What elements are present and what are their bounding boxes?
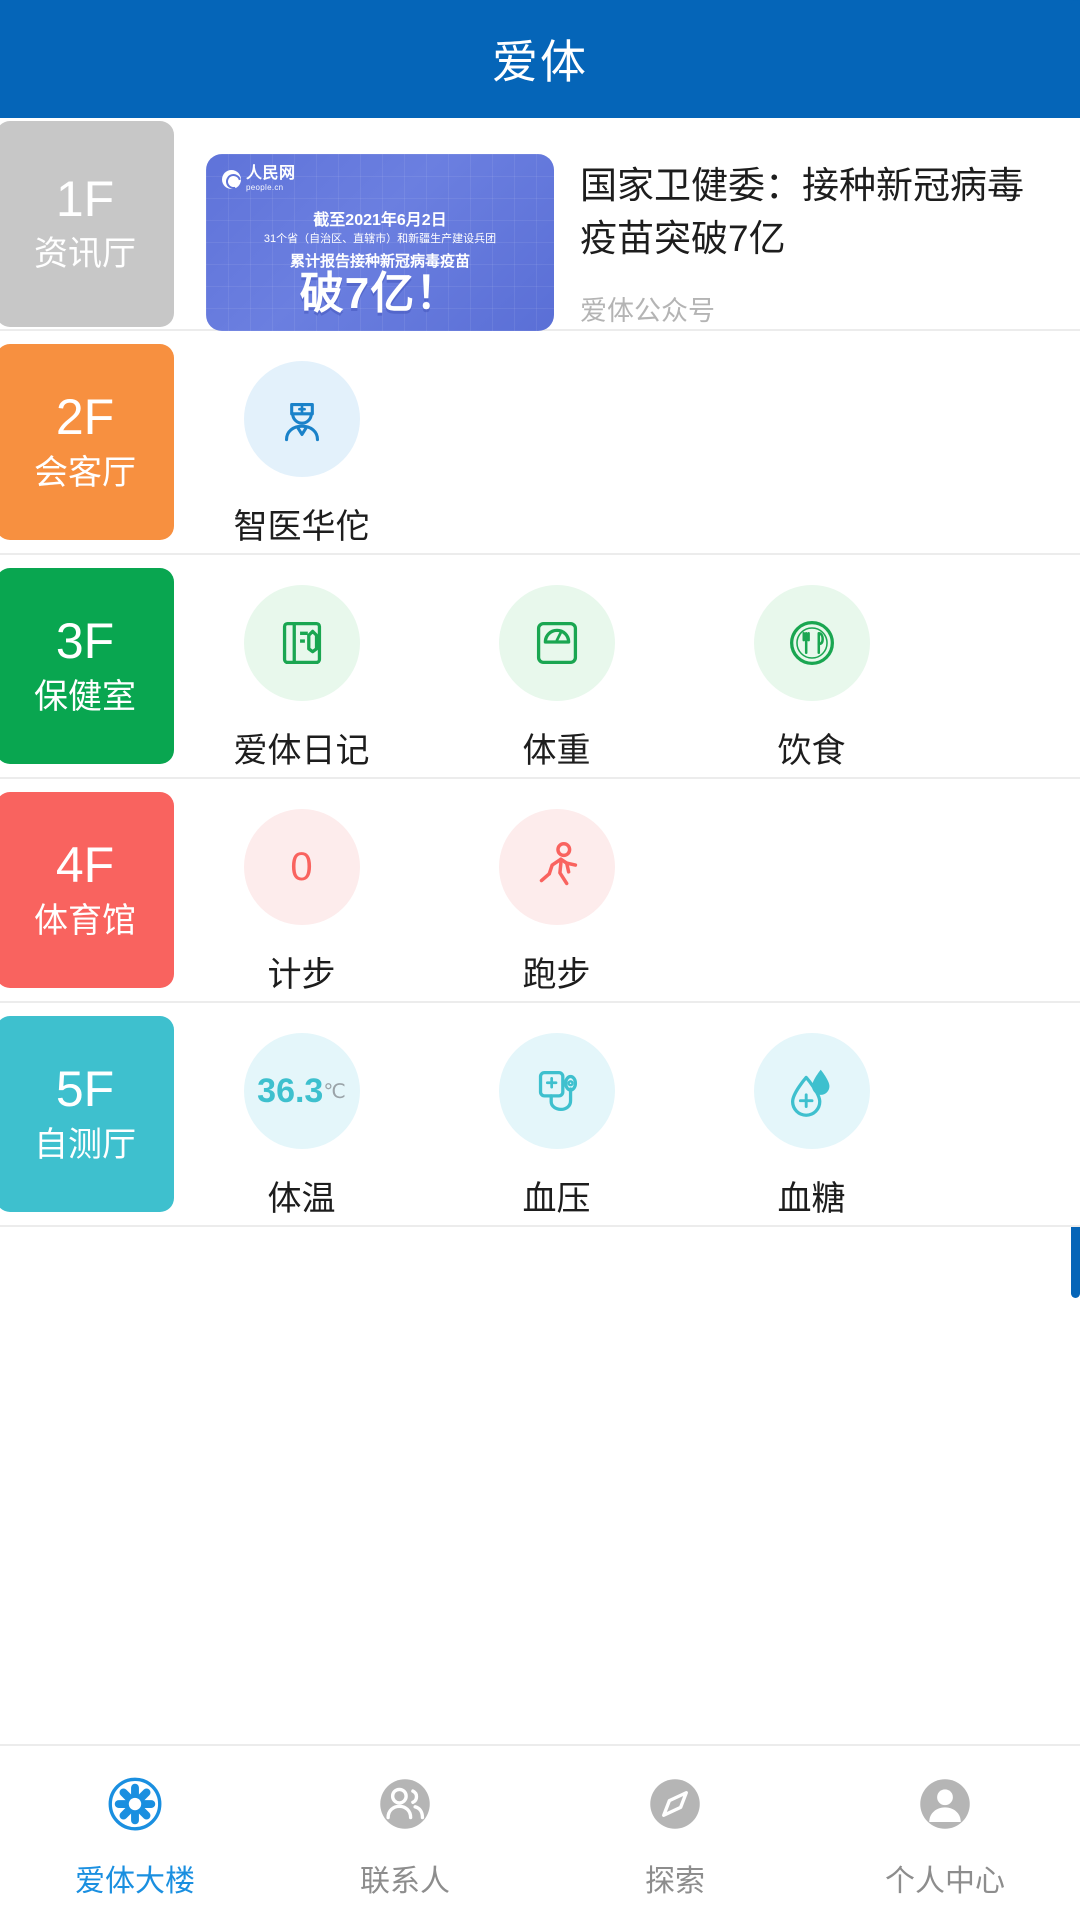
news-thumbnail: 人民网 people.cn 截至2021年6月2日 31个省（自治区、直辖市）和… <box>206 154 554 331</box>
plate-cutlery-icon <box>753 585 870 701</box>
tab-label: 个人中心 <box>885 1865 1005 1898</box>
tile-label: 计步 <box>267 956 336 994</box>
tile-label: 血糖 <box>777 1180 846 1218</box>
logo-en-text: people.cn <box>246 183 284 192</box>
tab-contacts[interactable]: 联系人 <box>270 1766 540 1900</box>
tab-profile[interactable]: 个人中心 <box>810 1766 1080 1900</box>
people-cn-logo: 人民网 people.cn <box>222 166 296 192</box>
floor-number: 4F <box>55 837 115 894</box>
tile-grid-4f: 0 计步 跑步 <box>174 779 1080 1022</box>
temperature-number: 36.3 <box>257 1071 324 1110</box>
thumb-sub-line: 31个省（自治区、直辖市）和新疆生产建设兵团 <box>263 233 497 245</box>
tile-step-count[interactable]: 0 计步 <box>174 809 429 996</box>
floor-number: 1F <box>55 170 115 227</box>
news-card[interactable]: 人民网 people.cn 截至2021年6月2日 31个省（自治区、直辖市）和… <box>174 118 1080 367</box>
floor-list: 1F 资讯厅 人民网 people.cn 截至2021年6月2日 31个省（自治… <box>0 118 1080 1744</box>
logo-cn-text: 人民网 <box>246 165 296 182</box>
tab-building[interactable]: 爱体大楼 <box>0 1766 270 1900</box>
floor-tag-3f[interactable]: 3F 保健室 <box>0 568 174 764</box>
news-title[interactable]: 国家卫健委：接种新冠病毒疫苗突破7亿 <box>580 160 1056 265</box>
news-source: 爱体公众号 <box>580 296 715 327</box>
floor-row-2f: 2F 会客厅 智医华佗 <box>0 331 1080 555</box>
tile-grid-5f: 36.3 ℃ 体温 血压 血糖 <box>174 1003 1080 1246</box>
floor-tag-5f[interactable]: 5F 自测厅 <box>0 1016 174 1212</box>
tile-temperature[interactable]: 36.3 ℃ 体温 <box>174 1033 429 1220</box>
tab-label: 爱体大楼 <box>75 1865 195 1898</box>
compass-icon <box>637 1766 713 1842</box>
tab-explore[interactable]: 探索 <box>540 1766 810 1900</box>
tile-label: 血压 <box>522 1180 591 1218</box>
tile-diet[interactable]: 饮食 <box>684 585 939 772</box>
tile-label: 爱体日记 <box>233 732 370 770</box>
floor-name: 保健室 <box>34 677 136 716</box>
tile-weight[interactable]: 体重 <box>429 585 684 772</box>
floor-tag-2f[interactable]: 2F 会客厅 <box>0 344 174 540</box>
globe-icon <box>222 169 241 189</box>
floor-content-5f: 36.3 ℃ 体温 血压 血糖 <box>174 1003 1080 1225</box>
floor-content-1f: 人民网 people.cn 截至2021年6月2日 31个省（自治区、直辖市）和… <box>174 118 1080 331</box>
tile-running[interactable]: 跑步 <box>429 809 684 996</box>
building-snowflake-icon <box>97 1766 173 1842</box>
tile-zhiyihuatuo[interactable]: 智医华佗 <box>174 361 429 548</box>
step-count-number: 0 <box>290 844 313 889</box>
profile-icon <box>907 1766 983 1842</box>
floor-content-4f: 0 计步 跑步 <box>174 779 1080 1001</box>
floor-tag-1f[interactable]: 1F 资讯厅 <box>0 120 174 327</box>
tile-label: 体温 <box>267 1180 336 1218</box>
tile-grid-2f: 智医华佗 <box>174 331 1080 574</box>
running-person-icon <box>498 809 615 925</box>
floor-name: 自测厅 <box>34 1125 136 1164</box>
floor-tag-4f[interactable]: 4F 体育馆 <box>0 792 174 988</box>
bottom-tabbar: 爱体大楼 联系人 探索 个人中心 <box>0 1744 1080 1920</box>
tile-label: 跑步 <box>522 956 591 994</box>
floor-row-4f: 4F 体育馆 0 计步 跑步 <box>0 779 1080 1003</box>
thumb-headline: 破7亿！ <box>299 269 461 318</box>
floor-row-3f: 3F 保健室 爱体日记 体重 饮食 <box>0 555 1080 779</box>
floor-number: 2F <box>55 389 115 446</box>
blood-pressure-icon <box>498 1033 615 1149</box>
tile-label: 体重 <box>522 732 591 770</box>
floor-name: 会客厅 <box>34 453 136 492</box>
floor-content-2f: 智医华佗 <box>174 331 1080 553</box>
temperature-value: 36.3 ℃ <box>243 1033 360 1149</box>
tile-blood-glucose[interactable]: 血糖 <box>684 1033 939 1220</box>
floor-row-5f: 5F 自测厅 36.3 ℃ 体温 血压 血糖 <box>0 1003 1080 1227</box>
floor-content-3f: 爱体日记 体重 饮食 <box>174 555 1080 777</box>
step-count-value: 0 <box>243 809 360 925</box>
tab-label: 联系人 <box>360 1865 450 1898</box>
floor-name: 资讯厅 <box>34 235 136 274</box>
floor-number: 3F <box>55 613 115 670</box>
floor-row-1f: 1F 资讯厅 人民网 people.cn 截至2021年6月2日 31个省（自治… <box>0 118 1080 331</box>
app-header: 爱体 <box>0 0 1080 118</box>
scale-icon <box>498 585 615 701</box>
tile-diary[interactable]: 爱体日记 <box>174 585 429 772</box>
app-root: 爱体 1F 资讯厅 人民网 people.cn 截至2021年6月2日 31个省… <box>0 0 1080 1920</box>
thumb-date-line: 截至2021年6月2日 <box>313 212 447 229</box>
floor-number: 5F <box>55 1061 115 1118</box>
tile-label: 智医华佗 <box>233 508 370 546</box>
tile-label: 饮食 <box>777 732 846 770</box>
tile-grid-3f: 爱体日记 体重 饮食 <box>174 555 1080 798</box>
news-text-block: 国家卫健委：接种新冠病毒疫苗突破7亿 爱体公众号 <box>580 154 1056 328</box>
blood-glucose-icon <box>753 1033 870 1149</box>
floor-name: 体育馆 <box>34 901 136 940</box>
temperature-unit: ℃ <box>323 1080 346 1103</box>
page-title: 爱体 <box>492 36 588 88</box>
notebook-icon <box>243 585 360 701</box>
doctor-icon <box>243 361 360 477</box>
contacts-icon <box>367 1766 443 1842</box>
tab-label: 探索 <box>645 1865 705 1898</box>
tile-blood-pressure[interactable]: 血压 <box>429 1033 684 1220</box>
